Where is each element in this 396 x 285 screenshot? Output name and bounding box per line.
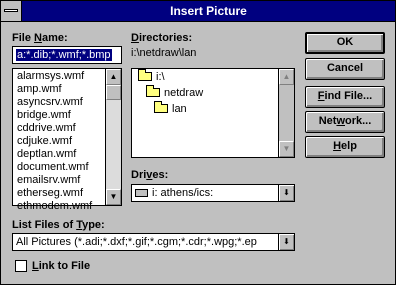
cancel-button[interactable]: Cancel (305, 58, 385, 80)
dropdown-arrow-icon[interactable]: ⬇ (278, 234, 294, 250)
scroll-thumb[interactable] (106, 85, 121, 100)
directory-item-root[interactable]: i:\ (138, 69, 165, 83)
directory-item-lan[interactable]: lan (154, 101, 187, 115)
dropdown-arrow-icon[interactable]: ⬇ (278, 185, 294, 201)
find-file-button[interactable]: Find File... (305, 86, 385, 108)
file-list-item[interactable]: cdjuke.wmf (13, 135, 106, 148)
network-drive-icon (135, 189, 148, 197)
open-folder-icon (146, 85, 160, 97)
link-to-file-checkbox[interactable] (15, 260, 27, 272)
system-menu-button[interactable] (1, 1, 22, 21)
file-list-items: alarmsys.wmf amp.wmf asyncsrv.wmf bridge.wm… (13, 70, 106, 213)
file-list-item[interactable]: emailsrv.wmf (13, 174, 106, 187)
scroll-up-arrow-icon[interactable]: ▲ (106, 69, 121, 85)
current-directory-path: i:\netdraw\lan (131, 47, 197, 59)
directories-label: Directories: (131, 32, 193, 44)
directory-list-scrollbar[interactable]: ▲ ▼ (278, 69, 294, 157)
open-folder-icon (154, 101, 168, 113)
file-list-scrollbar[interactable]: ▲ ▼ (105, 69, 121, 205)
file-list-item[interactable]: ethmodem.wmf (13, 200, 106, 213)
file-list-item[interactable]: cddrive.wmf (13, 122, 106, 135)
network-button[interactable]: Network... (305, 111, 385, 133)
ok-button[interactable]: OK (305, 32, 385, 54)
insert-picture-dialog: Insert Picture File Name: a:*.dib;*.wmf;… (0, 0, 396, 285)
file-list-item[interactable]: bridge.wmf (13, 109, 106, 122)
file-list-item[interactable]: amp.wmf (13, 83, 106, 96)
directory-list[interactable]: i:\ netdraw lan ▲ ▼ (131, 68, 295, 158)
file-list-item[interactable]: alarmsys.wmf (13, 70, 106, 83)
file-list[interactable]: alarmsys.wmf amp.wmf asyncsrv.wmf bridge.wm… (12, 68, 122, 212)
file-list-item[interactable]: document.wmf (13, 161, 106, 174)
file-list-item[interactable]: etherseg.wmf (13, 187, 106, 200)
dialog-title: Insert Picture (170, 4, 247, 18)
file-type-dropdown[interactable]: All Pictures (*.adi;*.dxf;*.gif;*.cgm;*.… (12, 233, 295, 251)
system-menu-icon (4, 9, 18, 12)
file-list-item[interactable]: asyncsrv.wmf (13, 96, 106, 109)
link-to-file-label[interactable]: Link to File (32, 260, 90, 272)
title-bar: Insert Picture (1, 1, 395, 22)
drives-dropdown[interactable]: i: athens/ics: ⬇ (131, 184, 295, 202)
scroll-down-arrow-icon[interactable]: ▼ (106, 189, 121, 205)
file-list-item[interactable]: deptlan.wmf (13, 148, 106, 161)
file-name-input[interactable]: a:*.dib;*.wmf;*.bmp (12, 46, 122, 64)
drives-label: Drives: (131, 169, 169, 181)
file-name-value: a:*.dib;*.wmf;*.bmp (16, 49, 112, 61)
open-folder-icon (138, 69, 152, 81)
scroll-down-arrow-icon[interactable]: ▼ (279, 141, 294, 157)
directory-item-netdraw[interactable]: netdraw (146, 85, 203, 99)
scroll-up-arrow-icon[interactable]: ▲ (279, 69, 294, 85)
file-name-label: File Name: (12, 32, 68, 44)
help-button[interactable]: Help (305, 136, 385, 158)
file-type-label: List Files of Type: (12, 219, 105, 231)
